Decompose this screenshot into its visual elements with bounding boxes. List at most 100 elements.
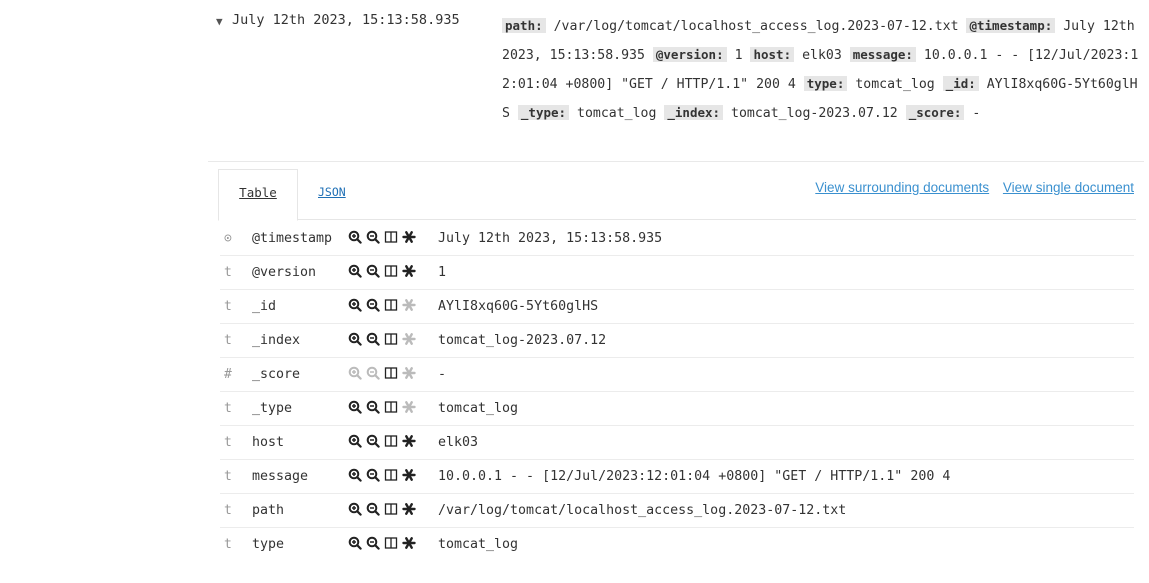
filter-out-value-icon[interactable] <box>366 468 384 482</box>
field-actions <box>348 366 420 381</box>
table-row: t _index tomcat_log-2023.07.12 <box>220 323 1134 357</box>
document-summary: ▼ July 12th 2023, 15:13:58.935 path: /va… <box>214 6 1144 162</box>
filter-out-value-icon[interactable] <box>366 264 384 278</box>
filter-exists-icon[interactable] <box>402 468 420 482</box>
source-key: @version: <box>652 47 727 62</box>
source-key: _index: <box>664 105 724 120</box>
field-type-icon: t <box>224 503 232 518</box>
table-row: t type tomcat_log <box>220 527 1134 561</box>
filter-for-value-icon[interactable] <box>348 400 366 414</box>
document-links: View surrounding documents View single d… <box>805 180 1134 195</box>
filter-for-value-icon[interactable] <box>348 468 366 482</box>
toggle-column-icon[interactable] <box>384 298 402 312</box>
source-value: - <box>972 106 981 121</box>
view-single-document-link[interactable]: View single document <box>1003 180 1134 195</box>
source-value: tomcat_log-2023.07.12 <box>731 106 898 121</box>
field-actions <box>348 434 420 449</box>
source-key: @timestamp: <box>966 18 1056 33</box>
filter-exists-icon[interactable] <box>402 502 420 516</box>
filter-for-value-icon[interactable] <box>348 230 366 244</box>
toggle-column-icon[interactable] <box>384 468 402 482</box>
filter-out-value-icon[interactable] <box>366 400 384 414</box>
table-row: t path/var/log/tomcat/localhost_access_lo… <box>220 493 1134 527</box>
source-value: /var/log/tomcat/localhost_access_log.202… <box>553 19 959 34</box>
field-actions <box>348 298 420 313</box>
filter-exists-icon[interactable] <box>402 298 420 312</box>
field-name: @timestamp <box>252 231 333 246</box>
field-value: AYlI8xq60G-5Yt60glHS <box>438 299 599 314</box>
source-key: path: <box>502 18 546 33</box>
table-row: t host elk03 <box>220 425 1134 459</box>
field-value: July 12th 2023, 15:13:58.935 <box>438 231 663 246</box>
filter-exists-icon[interactable] <box>402 536 420 550</box>
source-key: type: <box>803 76 848 91</box>
filter-for-value-icon[interactable] <box>348 332 366 346</box>
toggle-column-icon[interactable] <box>384 264 402 278</box>
filter-for-value-icon[interactable] <box>348 298 366 312</box>
filter-exists-icon[interactable] <box>402 230 420 244</box>
field-actions <box>348 230 420 245</box>
source-value: elk03 <box>802 48 842 63</box>
field-table: ⊙ @timestamp July 12th 2023, 15:13:58.935 t… <box>220 222 1134 561</box>
filter-exists-icon[interactable] <box>402 400 420 414</box>
filter-exists-icon[interactable] <box>402 434 420 448</box>
divider <box>208 161 1144 162</box>
table-row: ⊙ @timestamp July 12th 2023, 15:13:58.935 <box>220 222 1134 255</box>
source-value: tomcat_log <box>577 106 657 121</box>
filter-for-value-icon[interactable] <box>348 502 366 516</box>
filter-out-value-icon[interactable] <box>366 434 384 448</box>
field-actions <box>348 502 420 517</box>
field-actions <box>348 400 420 415</box>
field-type-icon: t <box>224 265 232 280</box>
detail-tabs: Table JSON View surrounding documents Vi… <box>218 169 1136 221</box>
field-name: path <box>252 503 285 518</box>
filter-out-value-icon[interactable] <box>366 502 384 516</box>
field-type-icon: t <box>224 435 232 450</box>
field-actions <box>348 468 420 483</box>
field-name: @version <box>252 265 317 280</box>
toggle-column-icon[interactable] <box>384 502 402 516</box>
tab-json[interactable]: JSON <box>318 169 346 219</box>
collapse-caret-icon[interactable]: ▼ <box>216 15 223 28</box>
source-key: message: <box>849 47 916 62</box>
filter-for-value-icon[interactable] <box>348 536 366 550</box>
filter-out-value-icon[interactable] <box>366 332 384 346</box>
table-row: t _id AYlI8xq60G-5Yt60glHS <box>220 289 1134 323</box>
filter-out-value-icon[interactable] <box>366 298 384 312</box>
source-key: _score: <box>905 105 965 120</box>
filter-out-value-icon[interactable] <box>366 366 384 380</box>
field-value: tomcat_log <box>438 401 519 416</box>
field-value: tomcat_log <box>438 537 519 552</box>
source-key: _id: <box>942 76 979 91</box>
tab-table[interactable]: Table <box>218 169 298 221</box>
toggle-column-icon[interactable] <box>384 400 402 414</box>
document-time: July 12th 2023, 15:13:58.935 <box>232 12 460 28</box>
table-row: t @version 1 <box>220 255 1134 289</box>
field-type-icon: t <box>224 469 232 484</box>
field-type-icon: t <box>224 537 232 552</box>
filter-for-value-icon[interactable] <box>348 366 366 380</box>
field-type-icon: t <box>224 299 232 314</box>
toggle-column-icon[interactable] <box>384 230 402 244</box>
field-value: 1 <box>438 265 447 280</box>
field-type-icon: t <box>224 401 232 416</box>
field-name: type <box>252 537 285 552</box>
view-surrounding-documents-link[interactable]: View surrounding documents <box>815 180 989 195</box>
toggle-column-icon[interactable] <box>384 536 402 550</box>
filter-exists-icon[interactable] <box>402 264 420 278</box>
filter-out-value-icon[interactable] <box>366 536 384 550</box>
table-row: t message 10.0.0.1 - - [12/Jul/2023:12:01:… <box>220 459 1134 493</box>
filter-exists-icon[interactable] <box>402 366 420 380</box>
filter-exists-icon[interactable] <box>402 332 420 346</box>
toggle-column-icon[interactable] <box>384 434 402 448</box>
toggle-column-icon[interactable] <box>384 332 402 346</box>
filter-out-value-icon[interactable] <box>366 230 384 244</box>
field-actions <box>348 332 420 347</box>
filter-for-value-icon[interactable] <box>348 434 366 448</box>
toggle-column-icon[interactable] <box>384 366 402 380</box>
filter-for-value-icon[interactable] <box>348 264 366 278</box>
field-type-icon: # <box>224 367 232 382</box>
source-key: _type: <box>517 105 570 120</box>
field-value: elk03 <box>438 435 479 450</box>
field-value: /var/log/tomcat/localhost_access_log.202… <box>438 503 847 518</box>
